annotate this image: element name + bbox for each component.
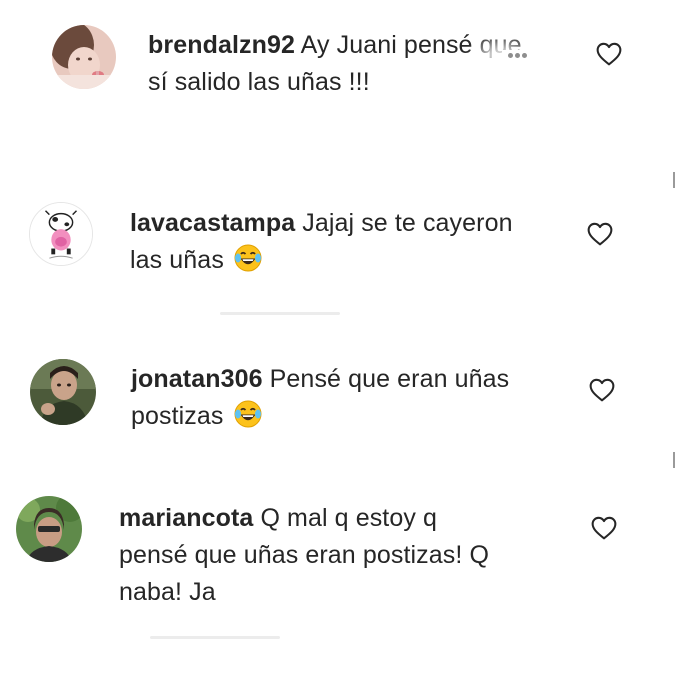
divider bbox=[150, 636, 280, 639]
comment-text-line: pensé que uñas eran postizas! Q bbox=[119, 536, 489, 574]
avatar[interactable] bbox=[16, 496, 82, 562]
comment-body: Pensé que eran uñas bbox=[269, 365, 510, 393]
face-with-tears-of-joy-icon bbox=[233, 243, 263, 273]
comment-text: mariancota Q mal q estoy q bbox=[119, 499, 437, 537]
avatar[interactable] bbox=[52, 25, 116, 89]
comment-text: brendalzn92 Ay Juani pensé que bbox=[148, 26, 522, 64]
heart-outline-icon[interactable] bbox=[591, 516, 617, 540]
comment-body: las uñas bbox=[130, 246, 224, 274]
comment-body: naba! Ja bbox=[119, 578, 216, 606]
comment-body: Ay Juani pensé que bbox=[300, 31, 522, 59]
heart-outline-icon[interactable] bbox=[587, 222, 613, 246]
comment-text: lavacastampa Jajaj se te cayeron bbox=[130, 204, 513, 242]
more-options-icon[interactable] bbox=[502, 50, 532, 60]
username-link[interactable]: jonatan306 bbox=[131, 365, 263, 393]
username-link[interactable]: mariancota bbox=[119, 504, 253, 532]
comment-body: Q mal q estoy q bbox=[260, 504, 438, 532]
comment-item: brendalzn92 Ay Juani pensé que sí salido… bbox=[0, 0, 675, 120]
avatar[interactable] bbox=[29, 202, 93, 266]
comment-item: lavacastampa Jajaj se te cayeron las uña… bbox=[0, 180, 675, 300]
comment-item: mariancota Q mal q estoy q pensé que uña… bbox=[0, 480, 675, 630]
username-link[interactable]: lavacastampa bbox=[130, 209, 295, 237]
avatar[interactable] bbox=[30, 359, 96, 425]
comment-body: Jajaj se te cayeron bbox=[302, 209, 513, 237]
heart-outline-icon[interactable] bbox=[589, 378, 615, 402]
comment-text-line: las uñas bbox=[130, 241, 263, 279]
comment-body: postizas bbox=[131, 402, 224, 430]
comment-text-line: postizas bbox=[131, 397, 263, 435]
comment-text-line: sí salido las uñas !!! bbox=[148, 63, 370, 101]
comment-text-line: naba! Ja bbox=[119, 573, 216, 611]
heart-outline-icon[interactable] bbox=[596, 42, 622, 66]
comment-text: jonatan306 Pensé que eran uñas bbox=[131, 360, 509, 398]
face-with-tears-of-joy-icon bbox=[233, 399, 263, 429]
comment-item: jonatan306 Pensé que eran uñas postizas bbox=[0, 340, 675, 460]
comment-body: sí salido las uñas !!! bbox=[148, 68, 370, 96]
username-link[interactable]: brendalzn92 bbox=[148, 31, 295, 59]
divider bbox=[220, 312, 340, 315]
comment-body: pensé que uñas eran postizas! Q bbox=[119, 541, 490, 569]
